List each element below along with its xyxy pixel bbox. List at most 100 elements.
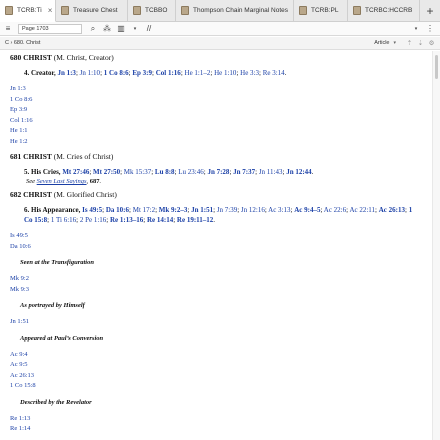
arrow-up-icon[interactable]: ⇡: [404, 39, 415, 47]
verse-link[interactable]: Mt 27:50: [93, 168, 120, 176]
verse-link[interactable]: Re 1:13: [10, 414, 432, 425]
section-heading: Appeared at Paul’s Conversion: [20, 334, 104, 342]
entry-number: 680: [10, 53, 22, 62]
verse-link[interactable]: Jn 1:51: [10, 317, 432, 328]
view-select[interactable]: Article ▾: [374, 40, 396, 46]
add-tab-button[interactable]: +: [420, 0, 440, 21]
tab-thompson-chain-marginal-notes[interactable]: Thompson Chain Marginal Notes: [176, 0, 294, 21]
verse-link[interactable]: Da 10:6: [10, 242, 432, 253]
chevron-down-icon[interactable]: ▾: [410, 23, 422, 35]
verse-link[interactable]: He 1:1–2: [185, 69, 211, 77]
book-icon: [353, 6, 361, 15]
verse-link[interactable]: Jn 12:16: [241, 206, 265, 214]
close-icon[interactable]: ×: [48, 6, 53, 15]
verse-link[interactable]: Mt 27:46: [62, 168, 89, 176]
verse-link[interactable]: Ac 22:6: [324, 206, 346, 214]
verse-link[interactable]: He 1:2: [10, 137, 432, 148]
verse-link[interactable]: Jn 11:43: [259, 168, 283, 176]
verse-link[interactable]: Re 1:13–16: [110, 216, 143, 224]
vertical-scrollbar[interactable]: [432, 51, 440, 440]
verse-link[interactable]: Jn 7:37: [233, 168, 255, 176]
tab-tcrbc-hccrb[interactable]: TCRBC:HCCRB: [348, 0, 420, 21]
verse-link[interactable]: Da 10:6: [106, 206, 129, 214]
verse-list: Ac 9:4 Ac 9:5 Ac 26:13 1 Co 15:8: [10, 350, 432, 392]
topic-label: 5. His Cries,: [24, 168, 61, 176]
more-icon[interactable]: ⋮: [424, 23, 436, 35]
verse-link[interactable]: Mt 17:2: [133, 206, 155, 214]
verse-link[interactable]: Is 49:5: [10, 231, 432, 242]
verse-link[interactable]: Jn 1:10: [80, 69, 100, 77]
view-select-label: Article: [374, 40, 390, 46]
entry-subtitle: (M. Glorified Christ): [53, 190, 117, 199]
columns-icon[interactable]: ▥: [115, 23, 127, 35]
topic-appearance: 6. His Appearance, Is 49:5; Da 10:6; Mt …: [24, 206, 413, 224]
verse-link[interactable]: Jn 1:3: [57, 69, 75, 77]
arrow-down-icon[interactable]: ⇣: [415, 39, 426, 47]
tab-tcrb-ti[interactable]: TCRB:Ti ×: [0, 0, 56, 22]
verse-link[interactable]: Mk 15:37: [124, 168, 151, 176]
verse-link[interactable]: Ac 9:4–5: [294, 206, 320, 214]
verse-link[interactable]: Lu 8:8: [155, 168, 175, 176]
topic-label: 6. His Appearance,: [24, 206, 81, 214]
verse-link[interactable]: Col 1:16: [10, 116, 432, 127]
scrollbar-thumb[interactable]: [435, 55, 438, 79]
verse-link[interactable]: Mk 9:2–3: [159, 206, 188, 214]
verse-link[interactable]: Ac 9:4: [10, 350, 432, 361]
verse-link[interactable]: Ac 3:13: [268, 206, 290, 214]
verse-link[interactable]: Mk 9:2: [10, 274, 432, 285]
verse-link[interactable]: He 3:3: [240, 69, 259, 77]
verse-link[interactable]: 1 Ti 6:16: [51, 216, 76, 224]
tab-tcrb-pl[interactable]: TCRB:PL: [294, 0, 348, 21]
verse-link[interactable]: Re 14:14: [147, 216, 173, 224]
gear-icon[interactable]: ⚙: [426, 39, 437, 47]
parallel-icon[interactable]: ⁂: [101, 23, 113, 35]
verse-link[interactable]: He 1:10: [214, 69, 236, 77]
entry-heading-682: 682 CHRIST (M. Glorified Christ): [10, 190, 432, 200]
section-heading: Described by the Revelator: [20, 398, 92, 406]
entry-word: CHRIST: [23, 53, 52, 62]
columns-dropdown-icon[interactable]: ▾: [129, 23, 141, 35]
reference-box[interactable]: Page 1703: [18, 23, 82, 34]
sync-icon[interactable]: //: [143, 23, 155, 35]
verse-link[interactable]: Ep 3:9: [10, 105, 432, 116]
verse-link[interactable]: 1 Co 8:6: [104, 69, 129, 77]
tab-label: TCRB:Ti: [17, 7, 42, 14]
search-icon[interactable]: ⌕: [87, 23, 99, 35]
verse-link[interactable]: Ac 26:13: [379, 206, 405, 214]
tab-tcbbo[interactable]: TCBBO: [128, 0, 176, 21]
tab-label: Thompson Chain Marginal Notes: [193, 7, 289, 14]
entry-word: CHRIST: [23, 190, 52, 199]
topic-creator: 4. Creator, Jn 1:3; Jn 1:10; 1 Co 8:6; E…: [24, 69, 287, 77]
tab-treasure-chest[interactable]: Treasure Chest: [56, 0, 128, 21]
verse-link[interactable]: Ac 22:11: [349, 206, 375, 214]
verse-link[interactable]: 1 Co 15:8: [10, 381, 432, 392]
verse-link[interactable]: Jn 12:44: [286, 168, 311, 176]
verse-link[interactable]: 2 Pe 1:16: [80, 216, 106, 224]
verse-link[interactable]: He 1:1: [10, 126, 432, 137]
verse-link[interactable]: Lu 23:46: [178, 168, 203, 176]
verse-link[interactable]: Jn 1:51: [191, 206, 213, 214]
verse-link[interactable]: Jn 7:28: [207, 168, 229, 176]
see-link[interactable]: Seven Last Sayings: [37, 178, 87, 185]
verse-link[interactable]: Re 19:11–12: [177, 216, 213, 224]
verse-link[interactable]: Jn 7:39: [217, 206, 237, 214]
section-heading: Seen at the Transfiguration: [20, 259, 94, 266]
verse-link[interactable]: Ep 3:9: [132, 69, 152, 77]
verse-link[interactable]: Is 49:5: [82, 206, 102, 214]
verse-link[interactable]: Ac 26:13: [10, 371, 432, 382]
verse-link[interactable]: Mk 9:3: [10, 285, 432, 296]
verse-link[interactable]: Re 1:14: [10, 424, 432, 435]
panel-menu-icon[interactable]: ≡: [2, 23, 14, 35]
breadcrumb[interactable]: C › 680. Christ: [5, 40, 40, 46]
section-heading: As portrayed by Himself: [20, 302, 85, 309]
book-icon: [133, 6, 141, 15]
verse-link[interactable]: 1 Co 8:6: [10, 95, 432, 106]
topic-label: 4. Creator,: [24, 69, 56, 77]
verse-link[interactable]: Jn 1:3: [10, 84, 432, 95]
see-number[interactable]: 687: [90, 178, 100, 185]
verse-link[interactable]: Col 1:16: [156, 69, 181, 77]
book-icon: [5, 6, 13, 15]
entry-heading-680: 680 CHRIST (M. Christ, Creator): [10, 53, 432, 63]
verse-link[interactable]: Re 3:14: [263, 69, 285, 77]
verse-link[interactable]: Ac 9:5: [10, 360, 432, 371]
